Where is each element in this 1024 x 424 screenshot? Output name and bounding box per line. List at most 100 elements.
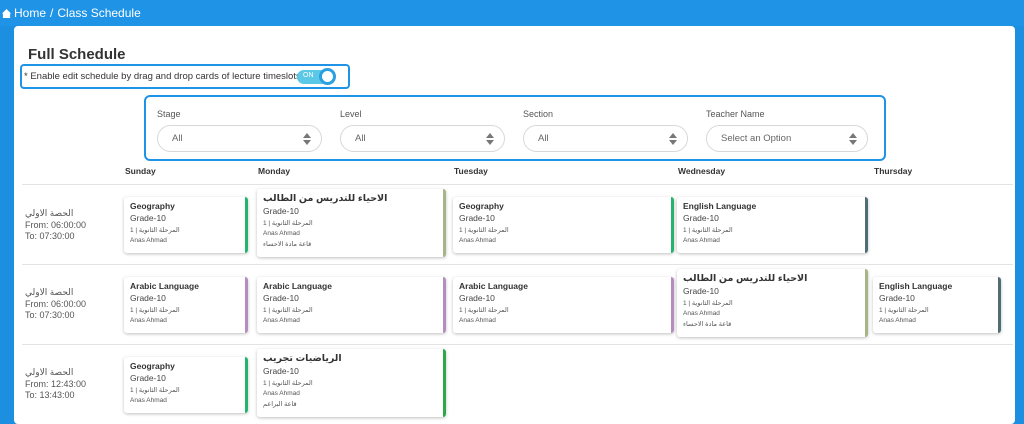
card-grade: Grade-10 <box>683 213 719 223</box>
card-level: 1 | المرحلة الثانوية <box>683 227 733 234</box>
teacher-select[interactable]: Select an Option <box>706 125 868 152</box>
card-color-bar <box>671 277 674 333</box>
time-slot-label: الحصة الاولي From: 12:43:00 To: 13:43:00 <box>25 367 86 402</box>
card-level: 1 | المرحلة الثانوية <box>459 227 509 234</box>
day-header-wednesday: Wednesday <box>678 166 726 176</box>
card-color-bar <box>998 277 1001 333</box>
lecture-card[interactable]: Arabic Language Grade-10 1 | المرحلة الث… <box>257 277 446 333</box>
card-teacher: Anas Ahmad <box>459 317 496 324</box>
card-room: قاعة مادة الاحساء <box>263 241 312 248</box>
card-color-bar <box>443 277 446 333</box>
lecture-card[interactable]: Geography Grade-10 1 | المرحلة الثانوية … <box>124 197 248 253</box>
card-level: 1 | المرحلة الثانوية <box>879 307 929 314</box>
lecture-card[interactable]: Arabic Language Grade-10 1 | المرحلة الث… <box>453 277 674 333</box>
row-divider <box>22 344 1013 345</box>
slot-to: To: 07:30:00 <box>25 310 75 320</box>
schedule-panel: Full Schedule * Enable edit schedule by … <box>14 26 1015 424</box>
card-color-bar <box>443 349 446 417</box>
sort-arrows-icon <box>669 133 677 145</box>
level-filter-label: Level <box>340 109 362 119</box>
edit-schedule-toggle[interactable]: ON <box>297 68 336 85</box>
slot-name: الحصة الاولي <box>25 208 74 218</box>
slot-from: From: 06:00:00 <box>25 298 87 309</box>
card-subject: Geography <box>130 201 175 211</box>
card-grade: Grade-10 <box>263 293 299 303</box>
breadcrumb-current: Class Schedule <box>57 6 141 20</box>
row-divider <box>22 264 1013 265</box>
card-teacher: Anas Ahmad <box>263 390 300 397</box>
card-teacher: Anas Ahmad <box>879 317 916 324</box>
card-grade: Grade-10 <box>683 286 719 296</box>
card-teacher: Anas Ahmad <box>263 317 300 324</box>
card-level: 1 | المرحلة الثانوية <box>263 307 313 314</box>
card-color-bar <box>443 189 446 257</box>
home-icon <box>2 8 11 18</box>
card-subject: Arabic Language <box>263 281 332 291</box>
breadcrumb-separator: / <box>50 6 54 20</box>
lecture-card[interactable]: الرياضيات تجريب Grade-10 1 | المرحلة الث… <box>257 349 446 417</box>
card-grade: Grade-10 <box>879 293 915 303</box>
card-level: 1 | المرحلة الثانوية <box>683 300 733 307</box>
card-subject: Geography <box>459 201 504 211</box>
card-grade: Grade-10 <box>130 213 166 223</box>
level-select[interactable]: All <box>340 125 505 152</box>
card-subject: English Language <box>879 281 953 291</box>
card-grade: Grade-10 <box>263 366 299 376</box>
card-color-bar <box>245 197 248 253</box>
card-color-bar <box>245 357 248 413</box>
card-color-bar <box>671 197 674 253</box>
lecture-card[interactable]: English Language Grade-10 1 | المرحلة ال… <box>677 197 868 253</box>
card-level: 1 | المرحلة الثانوية <box>263 220 313 227</box>
card-teacher: Anas Ahmad <box>130 397 167 404</box>
breadcrumb: Home / Class Schedule <box>0 0 1024 26</box>
level-filter: Level All <box>340 109 505 152</box>
teacher-select-value: Select an Option <box>721 133 792 144</box>
lecture-card[interactable]: Geography Grade-10 1 | المرحلة الثانوية … <box>124 357 248 413</box>
lecture-card[interactable]: English Language Grade-10 1 | المرحلة ال… <box>873 277 1001 333</box>
lecture-card[interactable]: Geography Grade-10 1 | المرحلة الثانوية … <box>453 197 674 253</box>
level-select-value: All <box>355 133 366 144</box>
stage-select[interactable]: All <box>157 125 322 152</box>
card-subject: الرياضيات تجريب <box>263 353 342 364</box>
card-level: 1 | المرحلة الثانوية <box>130 227 180 234</box>
card-grade: Grade-10 <box>459 213 495 223</box>
card-subject: Arabic Language <box>459 281 528 291</box>
lecture-card[interactable]: Arabic Language Grade-10 1 | المرحلة الث… <box>124 277 248 333</box>
slot-to: To: 07:30:00 <box>25 231 75 241</box>
card-level: 1 | المرحلة الثانوية <box>130 387 180 394</box>
card-color-bar <box>245 277 248 333</box>
section-filter-label: Section <box>523 109 554 119</box>
card-level: 1 | المرحلة الثانوية <box>459 307 509 314</box>
slot-to: To: 13:43:00 <box>25 390 75 400</box>
section-select[interactable]: All <box>523 125 688 152</box>
card-subject: الاحياء للتدريس من الطالب <box>263 193 388 204</box>
day-headers: Sunday Monday Tuesday Wednesday Thursday <box>14 166 1015 184</box>
card-teacher: Anas Ahmad <box>130 317 167 324</box>
card-grade: Grade-10 <box>263 206 299 216</box>
sort-arrows-icon <box>486 133 494 145</box>
breadcrumb-home-link[interactable]: Home <box>14 6 46 20</box>
card-subject: الاحياء للتدريس من الطالب <box>683 273 808 284</box>
slot-from: From: 12:43:00 <box>25 378 87 389</box>
card-level: 1 | المرحلة الثانوية <box>263 380 313 387</box>
stage-filter-label: Stage <box>157 109 181 119</box>
lecture-card[interactable]: الاحياء للتدريس من الطالب Grade-10 1 | ا… <box>677 269 868 337</box>
stage-filter: Stage All <box>157 109 322 152</box>
stage-select-value: All <box>172 133 183 144</box>
teacher-filter: Teacher Name Select an Option <box>706 109 868 152</box>
card-color-bar <box>865 269 868 337</box>
day-header-monday: Monday <box>258 166 291 176</box>
time-slot-label: الحصة الاولي From: 06:00:00 To: 07:30:00 <box>25 287 86 322</box>
section-filter: Section All <box>523 109 688 152</box>
section-select-value: All <box>538 133 549 144</box>
edit-schedule-option: * Enable edit schedule by drag and drop … <box>20 64 350 89</box>
lecture-card[interactable]: الاحياء للتدريس من الطالب Grade-10 1 | ا… <box>257 189 446 257</box>
card-teacher: Anas Ahmad <box>683 310 720 317</box>
card-teacher: Anas Ahmad <box>130 237 167 244</box>
card-color-bar <box>865 197 868 253</box>
day-header-tuesday: Tuesday <box>454 166 488 176</box>
card-teacher: Anas Ahmad <box>459 237 496 244</box>
row-divider <box>22 184 1013 185</box>
teacher-filter-label: Teacher Name <box>706 109 765 119</box>
card-teacher: Anas Ahmad <box>263 230 300 237</box>
